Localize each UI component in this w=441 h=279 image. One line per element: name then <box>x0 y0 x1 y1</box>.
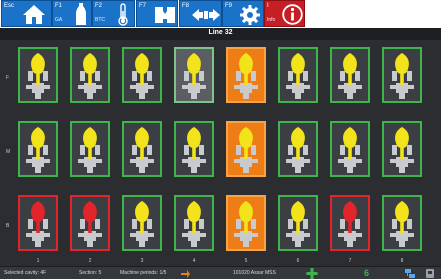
mold-bottle-icon <box>338 127 362 173</box>
esc-key-label: Esc <box>4 3 15 9</box>
info-button[interactable]: I Info <box>264 0 305 27</box>
mold-bottle-icon <box>390 201 414 247</box>
cavity-cell[interactable] <box>18 121 58 177</box>
cavity-cell[interactable] <box>70 195 110 251</box>
section-text: Section: 5 <box>79 270 102 276</box>
cavity-cell[interactable] <box>382 47 422 103</box>
counter-value: 6 <box>364 268 370 278</box>
add-plus-icon[interactable] <box>306 268 318 279</box>
cavity-cell[interactable] <box>18 47 58 103</box>
column-label: 2 <box>88 258 92 264</box>
bottle-icon <box>76 3 86 25</box>
machine-periods-text: Machine periods: 1/5 <box>120 270 167 276</box>
cavity-cell[interactable] <box>122 47 162 103</box>
f9-key-label: F9 <box>225 3 233 9</box>
network-icon[interactable] <box>404 268 416 279</box>
cavity-cell[interactable] <box>278 195 318 251</box>
cavity-cell[interactable] <box>174 121 214 177</box>
info-key-label: I <box>267 3 269 9</box>
cavity-grid: F M B 1 2 3 4 5 6 7 8 <box>0 40 441 266</box>
mold-bottle-icon <box>78 127 102 173</box>
cavity-cell[interactable] <box>278 47 318 103</box>
f2-sub-label: BTC <box>95 17 105 23</box>
mold-bottle-icon <box>286 53 310 99</box>
cavity-cell[interactable] <box>330 47 370 103</box>
mold-bottle-icon <box>182 53 206 99</box>
row-label-b: B <box>6 223 10 229</box>
mold-bottle-icon <box>286 127 310 173</box>
column-label: 6 <box>296 258 300 264</box>
home-icon <box>23 5 45 24</box>
column-label: 4 <box>192 258 196 264</box>
mold-bottle-icon <box>130 53 154 99</box>
mold-bottle-icon <box>390 127 414 173</box>
line-title: Line 32 <box>208 29 233 36</box>
mold-bottle-icon <box>26 201 50 247</box>
f1-sub-label: GA <box>55 17 63 23</box>
selected-cavity-text: Selected cavity: 4F <box>4 270 47 276</box>
column-label: 3 <box>140 258 144 264</box>
mold-bottle-icon <box>338 53 362 99</box>
f8-transfer-button[interactable]: F8 <box>179 0 222 27</box>
column-label: 7 <box>348 258 352 264</box>
cavity-cell[interactable] <box>174 47 214 103</box>
cavity-cell[interactable] <box>70 47 110 103</box>
mold-bottle-icon <box>182 201 206 247</box>
cavity-cell[interactable] <box>174 195 214 251</box>
cavity-cell[interactable] <box>382 121 422 177</box>
cavity-cell[interactable] <box>330 195 370 251</box>
mold-bottle-icon <box>234 127 258 173</box>
mold-bottle-icon <box>234 53 258 99</box>
column-label: 1 <box>36 258 40 264</box>
mold-bottle-icon <box>26 53 50 99</box>
row-label-m: M <box>6 149 11 155</box>
cavity-cell[interactable] <box>382 195 422 251</box>
f7-mold-button[interactable]: F7 <box>136 0 178 27</box>
f1-key-label: F1 <box>55 3 63 9</box>
mold-bottle-icon <box>286 201 310 247</box>
orange-arrow-icon <box>181 270 190 278</box>
gear-icon <box>240 5 260 25</box>
transfer-arrows-icon <box>192 9 220 21</box>
job-name-text: 101020 Assar MSS <box>233 270 276 276</box>
status-bar: Selected cavity: 4F Section: 5 Machine p… <box>0 266 441 279</box>
f9-settings-button[interactable]: F9 <box>222 0 264 27</box>
f7-key-label: F7 <box>139 3 147 9</box>
top-toolbar: Esc F1 GA F2 BTC F7 F8 F9 I Info <box>0 0 441 28</box>
cavity-cell[interactable] <box>122 121 162 177</box>
mold-bottle-icon <box>130 127 154 173</box>
info-sub-label: Info <box>267 17 276 23</box>
info-icon <box>282 4 303 25</box>
mold-bottle-icon <box>130 201 154 247</box>
f8-key-label: F8 <box>182 3 190 9</box>
cavity-cell[interactable] <box>330 121 370 177</box>
column-label: 5 <box>244 258 248 264</box>
device-icon[interactable] <box>424 268 436 279</box>
mold-bottle-icon <box>26 127 50 173</box>
cavity-cell[interactable] <box>18 195 58 251</box>
cavity-cell[interactable] <box>226 195 266 251</box>
cavity-cell[interactable] <box>226 121 266 177</box>
mold-bottle-icon <box>78 201 102 247</box>
f1-ga-button[interactable]: F1 GA <box>52 0 92 27</box>
mold-bottle-icon <box>390 53 414 99</box>
esc-home-button[interactable]: Esc <box>1 0 52 27</box>
thermometer-icon <box>118 3 128 26</box>
column-label: 8 <box>400 258 404 264</box>
mold-bottle-icon <box>338 201 362 247</box>
cavity-cell[interactable] <box>226 47 266 103</box>
f2-key-label: F2 <box>95 3 103 9</box>
mold-bottle-icon <box>78 53 102 99</box>
cavity-cell[interactable] <box>278 121 318 177</box>
mold-icon <box>155 7 175 23</box>
line-title-bar: Line 32 <box>0 28 441 40</box>
row-label-f: F <box>6 75 10 81</box>
cavity-cell[interactable] <box>70 121 110 177</box>
mold-bottle-icon <box>182 127 206 173</box>
mold-bottle-icon <box>234 201 258 247</box>
cavity-cell[interactable] <box>122 195 162 251</box>
f2-btc-button[interactable]: F2 BTC <box>92 0 135 27</box>
